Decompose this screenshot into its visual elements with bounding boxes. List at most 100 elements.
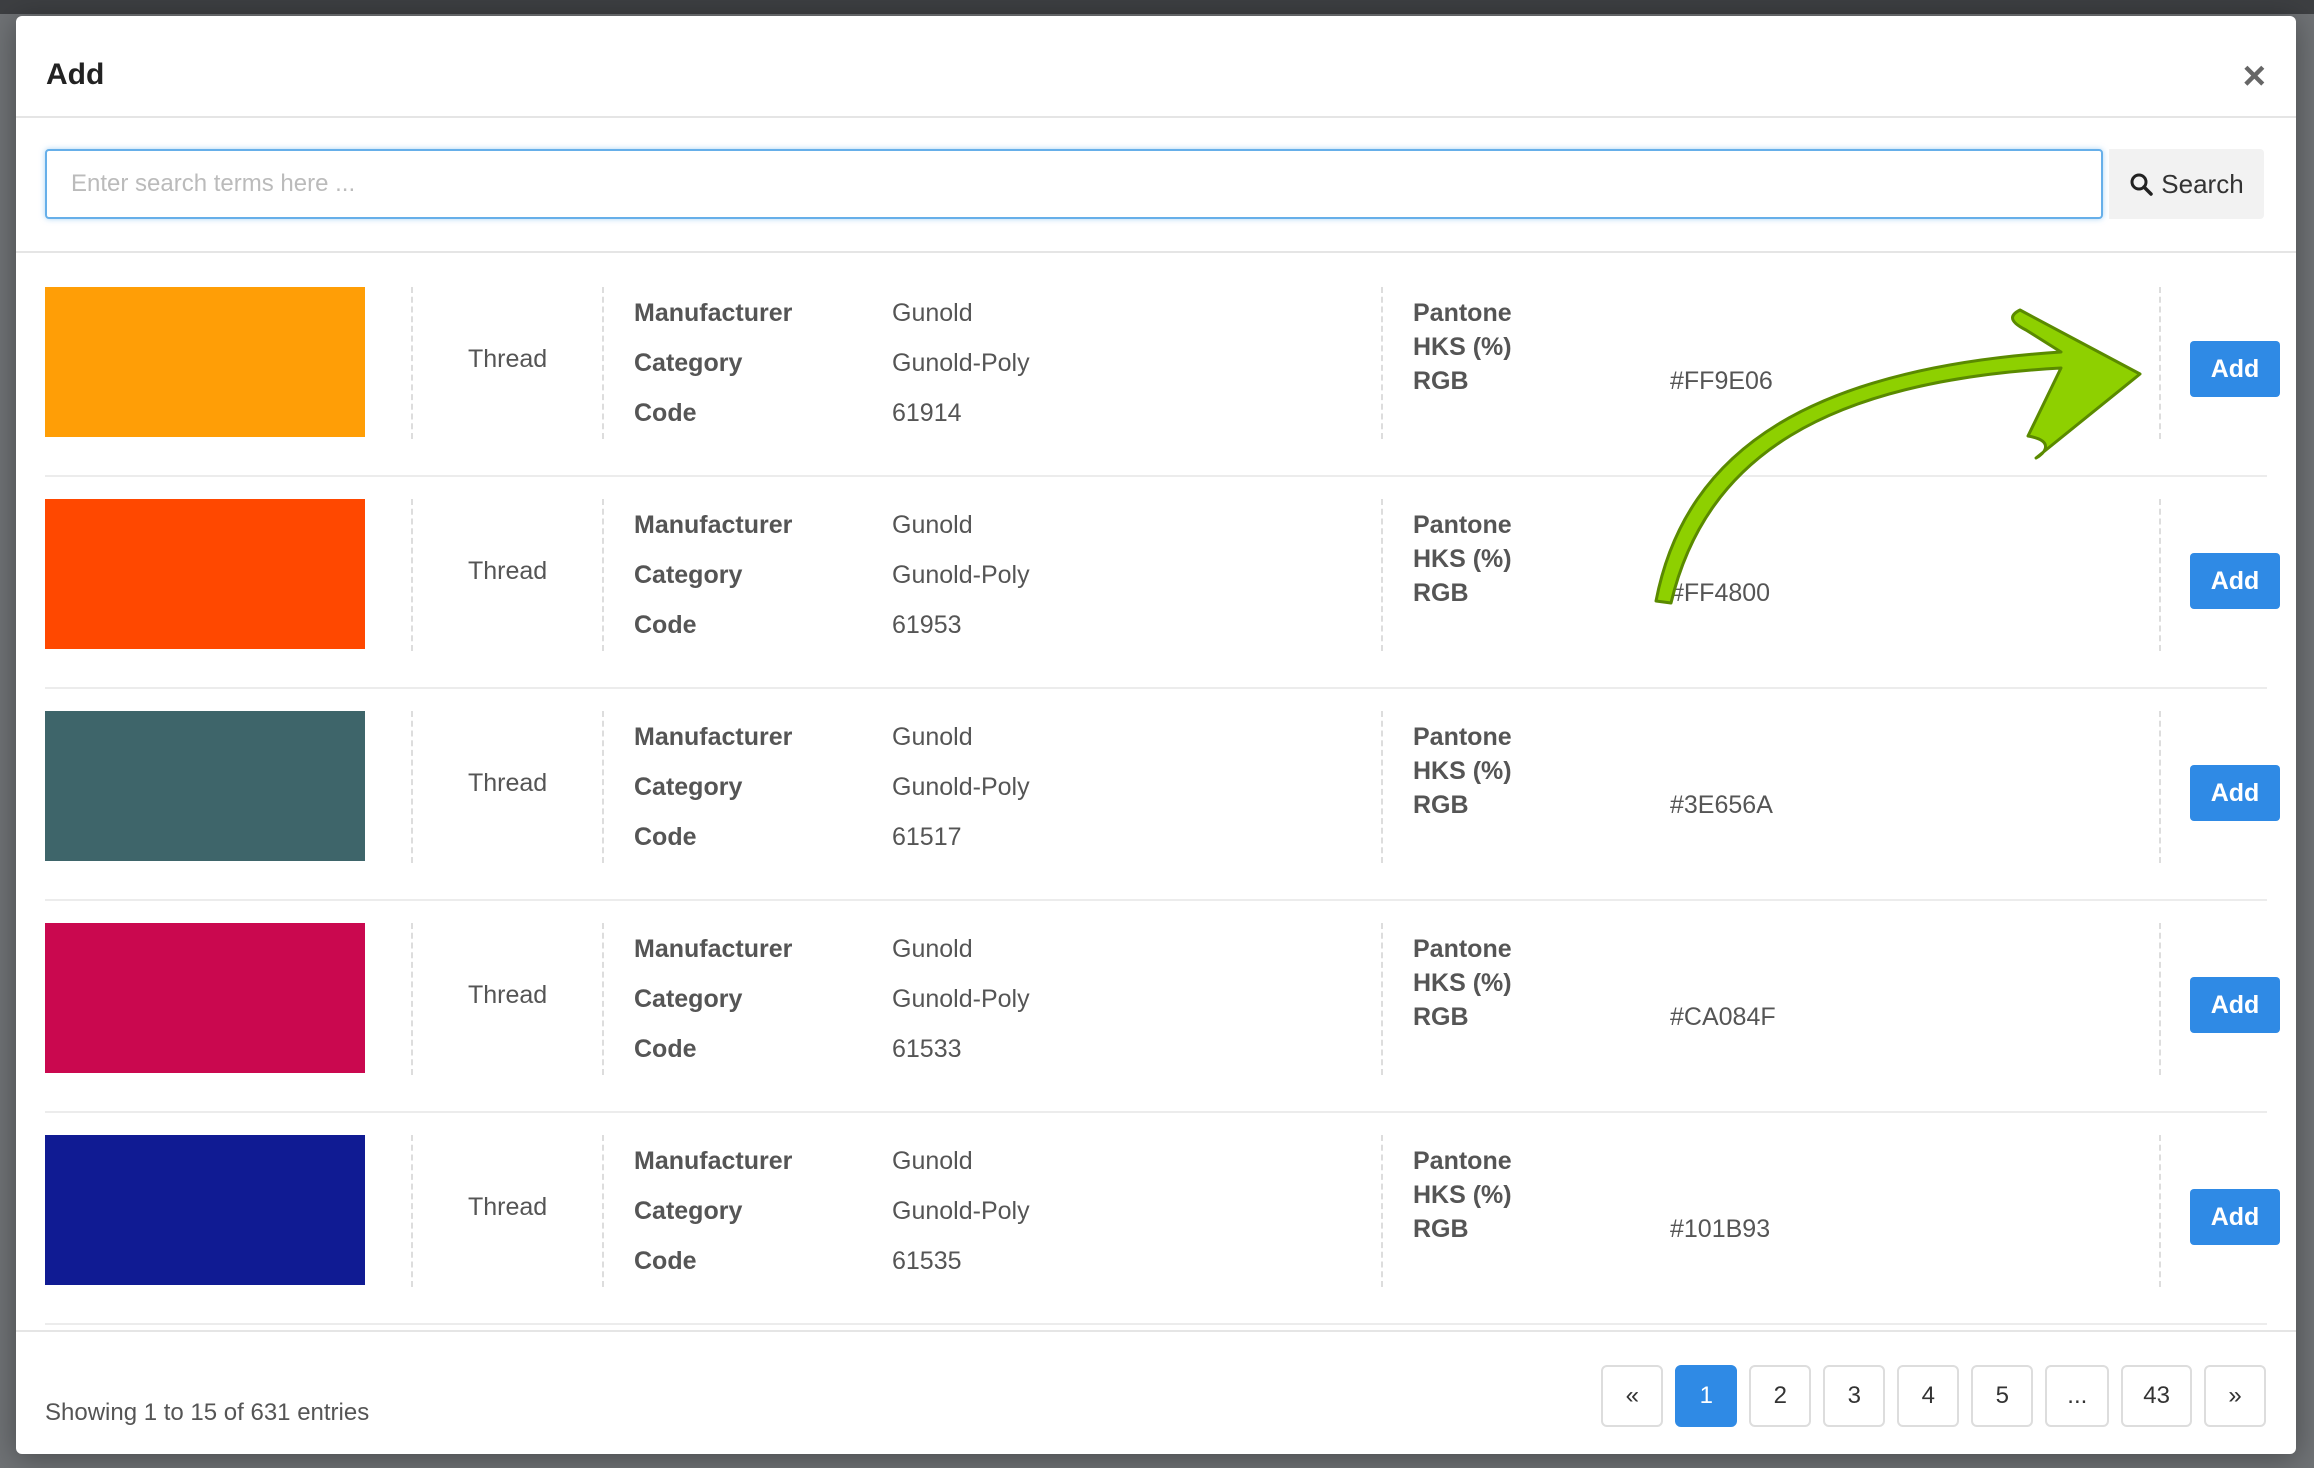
column-divider: [411, 1135, 413, 1287]
color-swatch: [45, 287, 365, 437]
code-value: 61517: [892, 823, 962, 851]
search-button-label: Search: [2161, 168, 2244, 199]
column-divider: [411, 923, 413, 1075]
hks-label: HKS (%): [1413, 757, 1512, 785]
pagination-page-button[interactable]: 43: [2121, 1365, 2192, 1427]
category-value: Gunold-Poly: [892, 1197, 1030, 1225]
column-divider: [411, 287, 413, 439]
manufacturer-value: Gunold: [892, 935, 973, 963]
manufacturer-label: Manufacturer: [634, 511, 793, 539]
code-label: Code: [634, 1247, 697, 1275]
manufacturer-value: Gunold: [892, 511, 973, 539]
item-type: Thread: [468, 345, 548, 373]
modal-header: Add ×: [16, 16, 2296, 118]
column-divider: [1381, 923, 1383, 1075]
manufacturer-value: Gunold: [892, 1147, 973, 1175]
hks-label: HKS (%): [1413, 1181, 1512, 1209]
rgb-label: RGB: [1413, 1003, 1469, 1031]
column-divider: [602, 287, 604, 439]
search-button[interactable]: Search: [2109, 149, 2264, 219]
add-button[interactable]: Add: [2190, 1189, 2280, 1245]
pagination: «1 2 3 4 5... 43»: [1601, 1365, 2266, 1427]
search-input[interactable]: [45, 149, 2103, 219]
hks-label: HKS (%): [1413, 545, 1512, 573]
category-value: Gunold-Poly: [892, 349, 1030, 377]
column-divider: [602, 711, 604, 863]
category-label: Category: [634, 773, 743, 801]
rgb-label: RGB: [1413, 1215, 1469, 1243]
item-type: Thread: [468, 557, 548, 585]
manufacturer-label: Manufacturer: [634, 1147, 793, 1175]
modal-title: Add: [46, 58, 105, 91]
category-label: Category: [634, 1197, 743, 1225]
column-divider: [602, 923, 604, 1075]
results-divider: [16, 251, 2296, 253]
column-divider: [1381, 1135, 1383, 1287]
pantone-label: Pantone: [1413, 935, 1512, 963]
column-divider: [2159, 923, 2161, 1075]
manufacturer-value: Gunold: [892, 723, 973, 751]
code-label: Code: [634, 1035, 697, 1063]
code-value: 61533: [892, 1035, 962, 1063]
pantone-label: Pantone: [1413, 511, 1512, 539]
pagination-next-button[interactable]: »: [2204, 1365, 2266, 1427]
category-label: Category: [634, 561, 743, 589]
manufacturer-label: Manufacturer: [634, 299, 793, 327]
pagination-page-button[interactable]: 2: [1749, 1365, 1812, 1427]
category-value: Gunold-Poly: [892, 985, 1030, 1013]
entries-info: Showing 1 to 15 of 631 entries: [45, 1399, 370, 1426]
pagination-page-button[interactable]: 4: [1897, 1365, 1960, 1427]
column-divider: [411, 711, 413, 863]
add-button[interactable]: Add: [2190, 341, 2280, 397]
code-label: Code: [634, 823, 697, 851]
category-label: Category: [634, 349, 743, 377]
manufacturer-value: Gunold: [892, 299, 973, 327]
color-swatch: [45, 923, 365, 1073]
column-divider: [2159, 711, 2161, 863]
pagination-page-button[interactable]: ...: [2045, 1365, 2110, 1427]
result-row: Thread Manufacturer Gunold Category Guno…: [45, 265, 2280, 477]
rgb-value: #3E656A: [1670, 791, 1773, 819]
column-divider: [411, 499, 413, 651]
rgb-label: RGB: [1413, 791, 1469, 819]
modal-footer: Showing 1 to 15 of 631 entries «1 2 3 4 5...…: [16, 1330, 2296, 1454]
column-divider: [1381, 287, 1383, 439]
item-type: Thread: [468, 981, 548, 1009]
color-swatch: [45, 711, 365, 861]
column-divider: [1381, 711, 1383, 863]
item-type: Thread: [468, 769, 548, 797]
add-modal: Add × Search Thread Manufacturer Gunold …: [16, 16, 2296, 1454]
result-row: Thread Manufacturer Gunold Category Guno…: [45, 689, 2280, 901]
result-row: Thread Manufacturer Gunold Category Guno…: [45, 477, 2280, 689]
code-value: 61953: [892, 611, 962, 639]
result-row: Thread Manufacturer Gunold Category Guno…: [45, 901, 2280, 1113]
code-value: 61914: [892, 399, 962, 427]
column-divider: [602, 499, 604, 651]
item-type: Thread: [468, 1193, 548, 1221]
pantone-label: Pantone: [1413, 299, 1512, 327]
result-row: Thread Manufacturer Gunold Category Guno…: [45, 1113, 2280, 1325]
pantone-label: Pantone: [1413, 723, 1512, 751]
hks-label: HKS (%): [1413, 333, 1512, 361]
add-button[interactable]: Add: [2190, 765, 2280, 821]
add-button[interactable]: Add: [2190, 553, 2280, 609]
code-value: 61535: [892, 1247, 962, 1275]
color-swatch: [45, 499, 365, 649]
code-label: Code: [634, 399, 697, 427]
column-divider: [2159, 499, 2161, 651]
category-value: Gunold-Poly: [892, 773, 1030, 801]
rgb-label: RGB: [1413, 367, 1469, 395]
manufacturer-label: Manufacturer: [634, 723, 793, 751]
pagination-prev-button[interactable]: «: [1601, 1365, 1664, 1427]
pagination-page-button[interactable]: 5: [1971, 1365, 2034, 1427]
hks-label: HKS (%): [1413, 969, 1512, 997]
pagination-page-button[interactable]: 1: [1675, 1365, 1738, 1427]
code-label: Code: [634, 611, 697, 639]
close-icon[interactable]: ×: [2243, 56, 2266, 96]
rgb-value: #101B93: [1670, 1215, 1771, 1243]
add-button[interactable]: Add: [2190, 977, 2280, 1033]
background-topbar: [0, 0, 2314, 14]
pagination-page-button[interactable]: 3: [1823, 1365, 1886, 1427]
column-divider: [2159, 1135, 2161, 1287]
search-icon: [2130, 173, 2154, 196]
